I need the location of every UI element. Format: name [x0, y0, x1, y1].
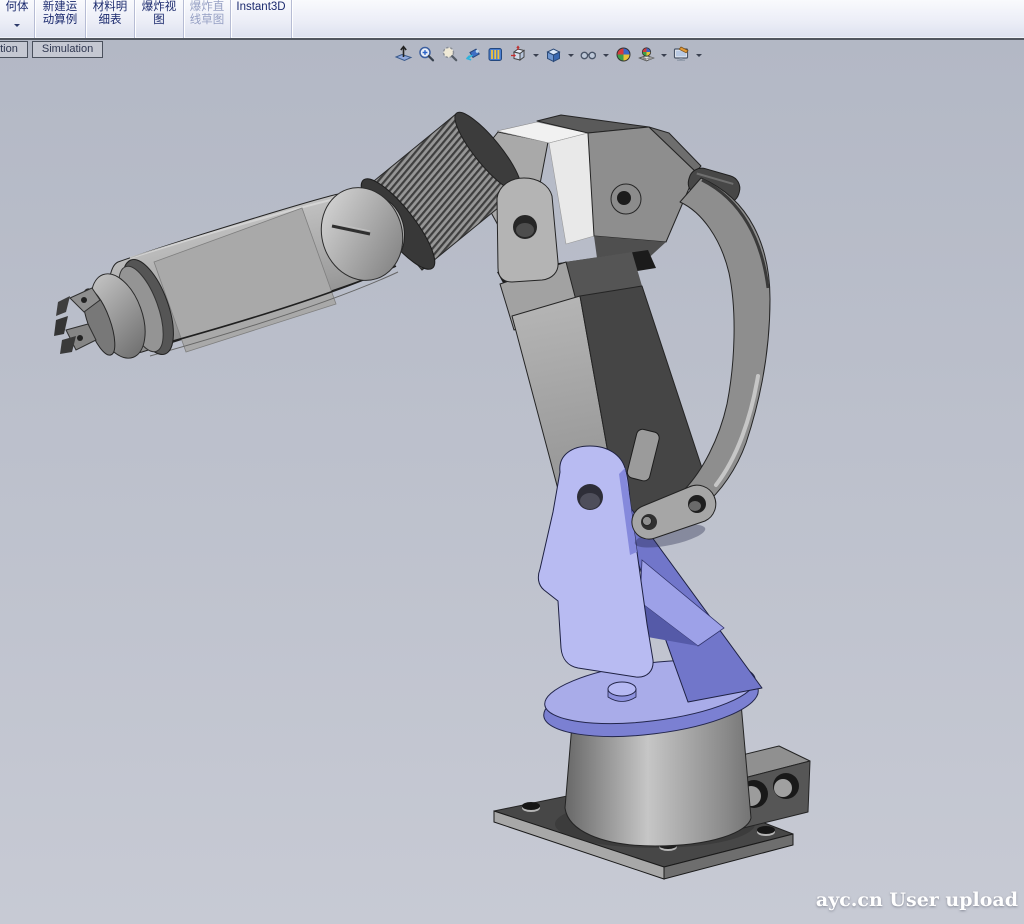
apply-scene-icon[interactable] — [637, 45, 656, 64]
dropdown-arrow-icon[interactable] — [696, 54, 702, 60]
toolbar-separator — [291, 0, 292, 38]
cmd-button-label: 何体 — [6, 1, 29, 14]
dropdown-arrow-icon[interactable] — [533, 54, 539, 60]
previous-view-icon[interactable] — [463, 45, 482, 64]
dropdown-arrow-icon[interactable] — [568, 54, 574, 60]
cmd-button-bill-of-materials[interactable]: 材料明 细表 — [86, 0, 134, 38]
display-style-icon[interactable] — [544, 45, 563, 64]
dropdown-arrow-icon[interactable] — [661, 54, 667, 60]
command-manager-bar: 何体 新建运 动算例 材料明 细表 爆炸视 图 爆炸直 线草图 Instant3… — [0, 0, 1024, 40]
dropdown-arrow-icon — [14, 24, 20, 30]
tab-animation[interactable]: ation — [0, 41, 28, 58]
dropdown-arrow-icon[interactable] — [603, 54, 609, 60]
edit-appearance-icon[interactable] — [614, 45, 633, 64]
clevis-lobe[interactable] — [497, 178, 558, 282]
cmd-button-exploded-view[interactable]: 爆炸视 图 — [135, 0, 183, 38]
view-orientation-icon[interactable] — [509, 45, 528, 64]
cmd-button-instant3d[interactable]: Instant3D — [231, 0, 291, 38]
watermark-text: ayc.cn User upload — [816, 889, 1018, 911]
collar-boss — [608, 682, 636, 702]
view-settings-icon[interactable] — [672, 45, 691, 64]
hide-show-items-icon[interactable] — [579, 45, 598, 64]
3d-viewport[interactable] — [0, 0, 1024, 924]
cmd-button-new-motion-study[interactable]: 新建运 动算例 — [35, 0, 85, 38]
tab-simulation[interactable]: Simulation — [32, 41, 103, 58]
zoom-to-fit-icon[interactable] — [394, 45, 413, 64]
command-manager-tabs: ation Simulation — [0, 41, 103, 59]
section-view-icon[interactable] — [486, 45, 505, 64]
cmd-button-reference-geometry[interactable]: 何体 — [0, 0, 34, 38]
zoom-in-out-icon[interactable] — [440, 45, 459, 64]
cmd-button-explode-line-sketch: 爆炸直 线草图 — [184, 0, 230, 38]
heads-up-view-toolbar — [394, 45, 703, 64]
zoom-to-area-icon[interactable] — [417, 45, 436, 64]
